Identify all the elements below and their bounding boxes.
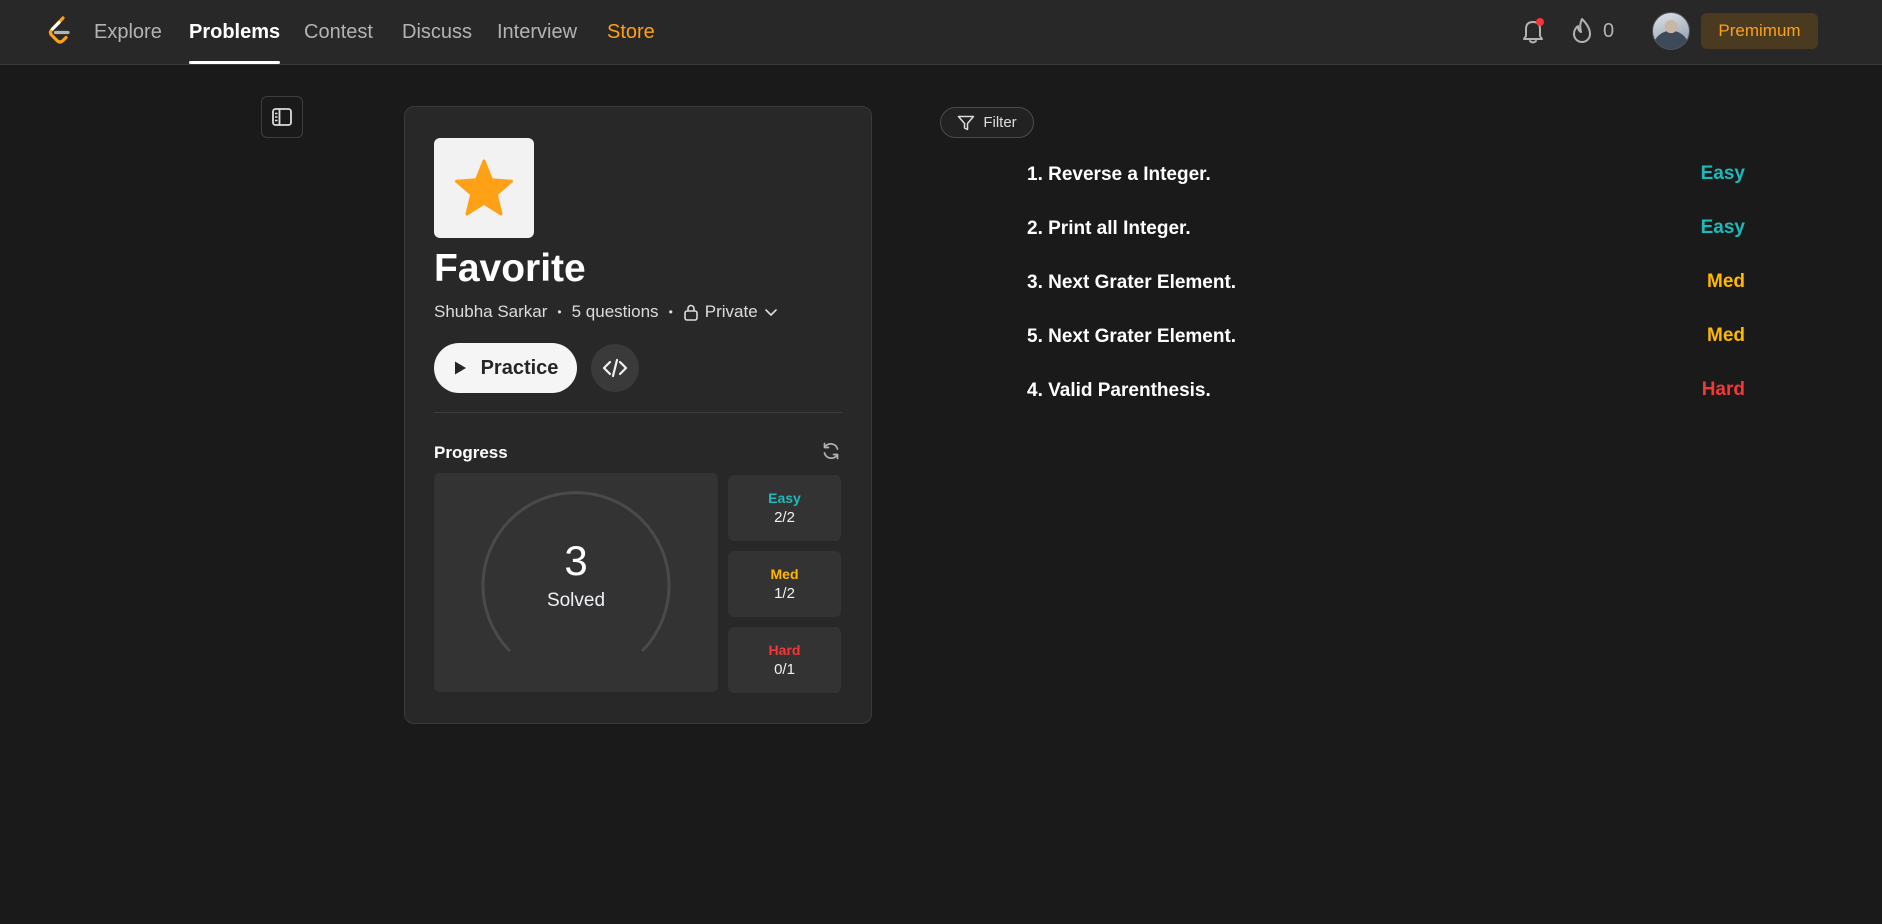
- problem-title[interactable]: 1. Reverse a Integer.: [1027, 164, 1211, 186]
- nav-problems[interactable]: Problems: [189, 20, 281, 64]
- problem-title[interactable]: 5. Next Grater Element.: [1027, 326, 1236, 348]
- list-meta: Shubha Sarkar • 5 questions • Private: [434, 302, 778, 322]
- chevron-down-icon: [764, 309, 777, 316]
- difficulty-med-label: Med: [770, 566, 799, 582]
- question-count: 5 questions: [571, 302, 659, 321]
- problem-row[interactable]: 2. Print all Integer. Easy: [1027, 214, 1747, 244]
- difficulty-easy-count: 2/2: [774, 509, 795, 526]
- med-progress: Med 1/2: [728, 551, 841, 617]
- filter-icon: [958, 115, 975, 130]
- problem-row[interactable]: 1. Reverse a Integer. Easy: [1027, 160, 1747, 190]
- list-title: Favorite: [434, 247, 586, 290]
- meta-separator: •: [557, 305, 562, 319]
- problem-title[interactable]: 3. Next Grater Element.: [1027, 272, 1236, 294]
- nav-explore[interactable]: Explore: [94, 20, 162, 64]
- progress-heading: Progress: [434, 443, 508, 462]
- privacy-label: Private: [704, 302, 758, 321]
- problem-difficulty: Med: [1707, 325, 1745, 346]
- difficulty-hard-count: 0/1: [774, 661, 795, 678]
- list-cover: [434, 138, 534, 238]
- problem-difficulty: Easy: [1700, 163, 1745, 184]
- code-button[interactable]: [591, 344, 639, 392]
- solved-gauge: 3 Solved: [434, 473, 718, 692]
- problem-title[interactable]: 2. Print all Integer.: [1027, 218, 1191, 240]
- difficulty-med-count: 1/2: [774, 585, 795, 602]
- practice-label: Practice: [480, 356, 559, 379]
- star-icon: [455, 159, 513, 216]
- filter-button[interactable]: Filter: [940, 107, 1034, 138]
- user-avatar[interactable]: [1652, 12, 1690, 50]
- sidebar-toggle-button[interactable]: [261, 96, 303, 138]
- bell-icon[interactable]: [1520, 17, 1546, 45]
- problem-difficulty: Hard: [1701, 379, 1745, 400]
- favorite-list-card: Favorite Shubha Sarkar • 5 questions • P…: [404, 106, 872, 724]
- sidebar-toggle-icon: [272, 108, 292, 126]
- problem-row[interactable]: 4. Valid Parenthesis. Hard: [1027, 376, 1747, 406]
- nav-contest[interactable]: Contest: [304, 20, 373, 64]
- practice-button[interactable]: Practice: [434, 343, 577, 393]
- difficulty-easy-label: Easy: [768, 490, 801, 506]
- solved-count: 3: [564, 537, 588, 584]
- nav-discuss[interactable]: Discuss: [402, 20, 472, 64]
- premium-button[interactable]: Premimum: [1701, 13, 1818, 49]
- filter-label: Filter: [983, 114, 1017, 131]
- nav-store[interactable]: Store: [607, 20, 655, 64]
- easy-progress: Easy 2/2: [728, 475, 841, 541]
- nav-interview[interactable]: Interview: [497, 20, 577, 64]
- solved-label: Solved: [546, 590, 606, 611]
- lock-icon: [683, 304, 698, 321]
- meta-separator: •: [668, 305, 673, 319]
- hard-progress: Hard 0/1: [728, 627, 841, 693]
- notification-dot: [1536, 18, 1544, 26]
- refresh-icon[interactable]: [821, 441, 841, 461]
- streak-count[interactable]: 0: [1603, 20, 1614, 43]
- privacy-dropdown[interactable]: Private: [683, 302, 778, 322]
- play-icon: [454, 361, 466, 375]
- top-navigation-bar: Explore Problems Contest Discuss Intervi…: [0, 0, 1882, 65]
- fire-icon[interactable]: [1570, 16, 1594, 46]
- card-divider: [434, 412, 842, 413]
- code-icon: [602, 358, 628, 378]
- problem-title[interactable]: 4. Valid Parenthesis.: [1027, 380, 1211, 402]
- problem-difficulty: Med: [1707, 271, 1745, 292]
- difficulty-hard-label: Hard: [768, 642, 801, 658]
- problem-row[interactable]: 3. Next Grater Element. Med: [1027, 268, 1747, 298]
- problem-row[interactable]: 5. Next Grater Element. Med: [1027, 322, 1747, 352]
- list-owner[interactable]: Shubha Sarkar: [434, 302, 547, 322]
- problem-difficulty: Easy: [1700, 217, 1745, 238]
- leetcode-logo-icon[interactable]: [46, 16, 74, 46]
